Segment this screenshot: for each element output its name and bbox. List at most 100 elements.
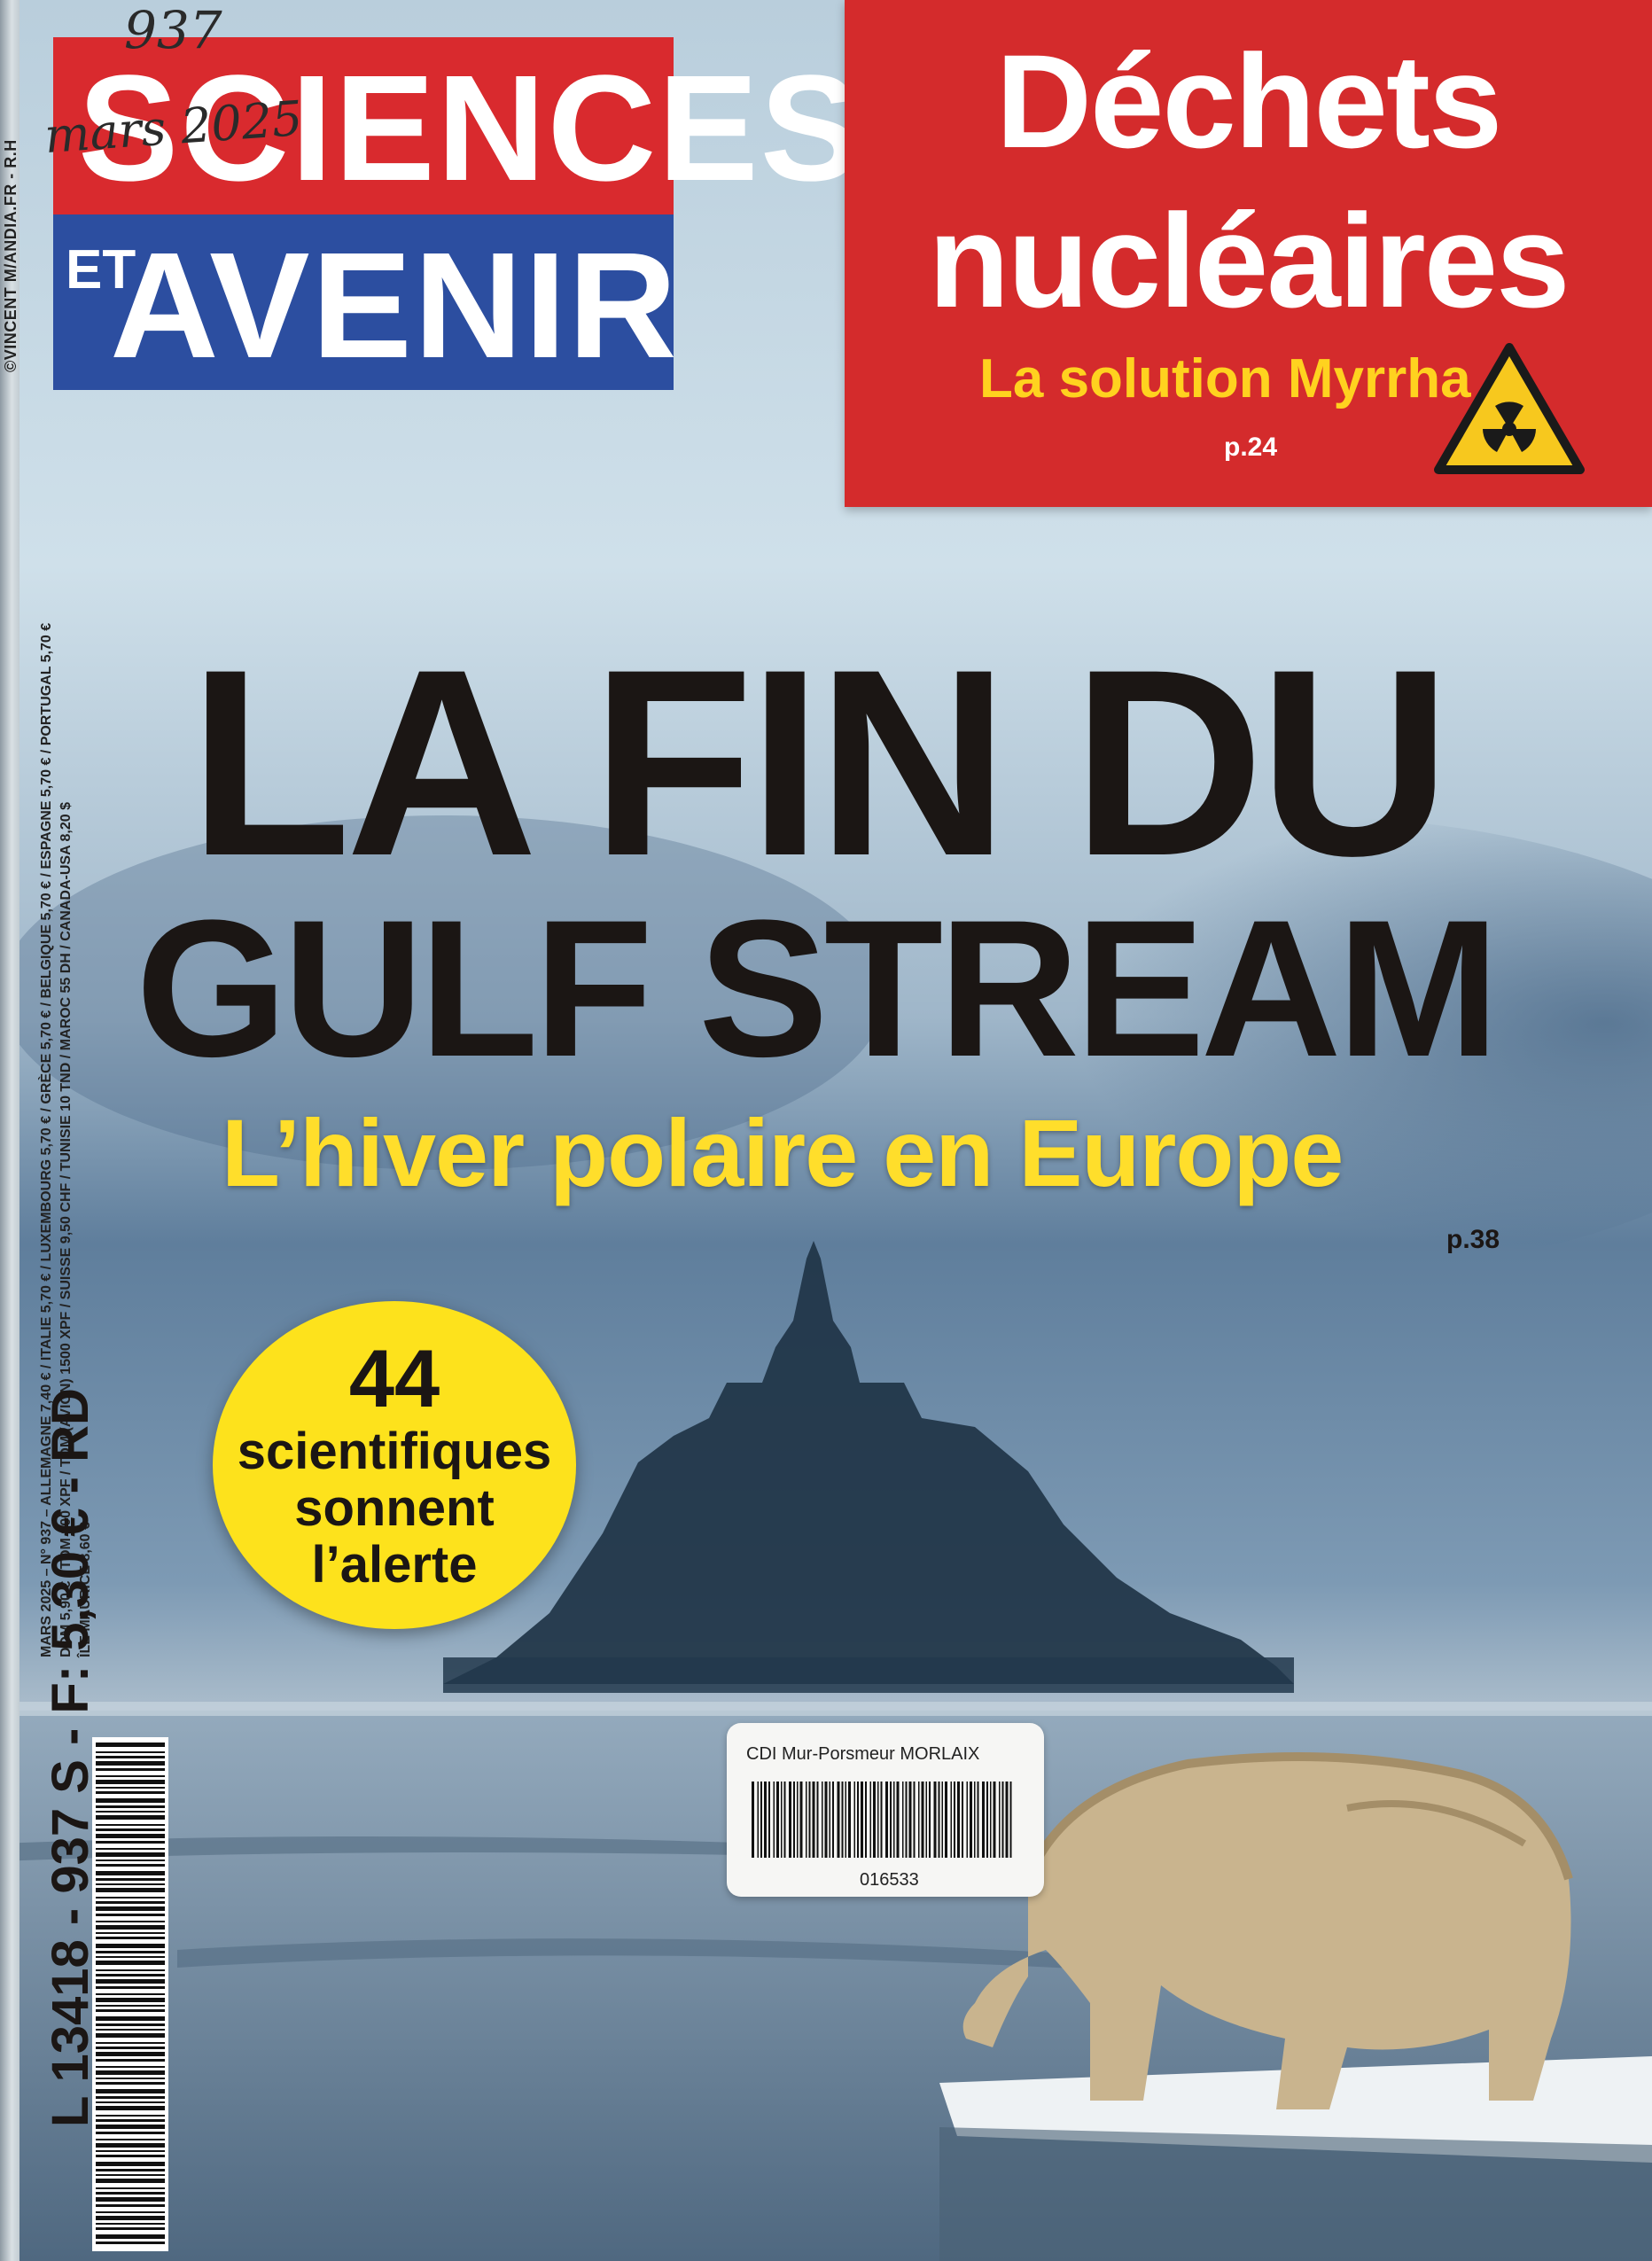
barcode-bar bbox=[96, 1897, 165, 1898]
barcode-bar bbox=[96, 2125, 165, 2129]
barcode-bar bbox=[96, 1961, 165, 1965]
feature-title-line2: nucléaires bbox=[928, 186, 1570, 335]
barcode-bar bbox=[96, 2119, 165, 2122]
barcode-bar bbox=[96, 1883, 165, 1885]
barcode-bar bbox=[789, 1782, 791, 1858]
barcode-bar bbox=[962, 1782, 963, 1858]
polar-bear-illustration bbox=[962, 1752, 1573, 2109]
barcode-bar bbox=[96, 2150, 165, 2152]
barcode-bar bbox=[760, 1782, 762, 1858]
barcode-bar bbox=[806, 1782, 807, 1858]
barcode-bar bbox=[96, 1888, 165, 1892]
callout-line2: sonnent bbox=[294, 1479, 495, 1537]
barcode-bar bbox=[96, 2204, 165, 2207]
barcode-bar bbox=[999, 1782, 1001, 1858]
barcode-bar bbox=[954, 1782, 955, 1858]
barcode-bar bbox=[1005, 1782, 1009, 1858]
barcode-bar bbox=[869, 1782, 871, 1858]
library-code: 016533 bbox=[860, 1870, 919, 1890]
barcode-bar bbox=[96, 2169, 165, 2171]
barcode-bar bbox=[96, 1944, 165, 1948]
barcode-bar bbox=[96, 2106, 165, 2110]
barcode-bar bbox=[96, 2016, 165, 2021]
library-label: CDI Mur-Porsmeur MORLAIX 016533 bbox=[727, 1723, 1044, 1897]
radiation-hazard-icon bbox=[1434, 343, 1585, 474]
barcode-bar bbox=[918, 1782, 920, 1858]
barcode-bar bbox=[941, 1782, 943, 1858]
library-barcode bbox=[752, 1782, 1012, 1858]
barcode-bar bbox=[96, 2115, 165, 2117]
barcode-bar bbox=[925, 1782, 927, 1858]
barcode-bar bbox=[824, 1782, 828, 1858]
feature-page-ref: p.24 bbox=[1224, 433, 1278, 462]
barcode-bar bbox=[96, 2132, 165, 2134]
barcode-bar bbox=[793, 1782, 795, 1858]
barcode-bar bbox=[966, 1782, 968, 1858]
barcode-bar bbox=[96, 2162, 165, 2166]
barcode-bar bbox=[96, 1921, 165, 1922]
barcode-bar bbox=[764, 1782, 767, 1858]
barcode-bar bbox=[96, 1993, 165, 1995]
barcode-bar bbox=[96, 2066, 165, 2068]
barcode-bar bbox=[929, 1782, 931, 1858]
barcode-bar bbox=[96, 1787, 165, 1789]
magazine-cover: SCIENCES ET AVENIR 937 mars 2025 ©VINCEN… bbox=[0, 0, 1652, 2261]
magazine-logo: SCIENCES ET AVENIR bbox=[53, 37, 861, 390]
barcode-bar bbox=[908, 1782, 912, 1858]
barcode-bar bbox=[96, 1768, 165, 1771]
barcode-bar bbox=[773, 1782, 775, 1858]
barcode-bar bbox=[877, 1782, 879, 1858]
barcode-bar bbox=[96, 1761, 165, 1766]
barcode-bar bbox=[96, 1828, 165, 1831]
barcode-bar bbox=[96, 2143, 165, 2148]
barcode-bar bbox=[768, 1782, 770, 1858]
barcode-bar bbox=[96, 1974, 165, 1976]
barcode-bar bbox=[841, 1782, 844, 1858]
headline-subtitle: L’hiver polaire en Europe bbox=[222, 1099, 1344, 1206]
feature-box-nuclear[interactable]: Déchets nucléaires La solution Myrrha p.… bbox=[845, 0, 1652, 507]
barcode-bar bbox=[832, 1782, 834, 1858]
barcode-bar bbox=[957, 1782, 960, 1858]
barcode-bar bbox=[822, 1782, 823, 1858]
barcode-bar bbox=[96, 2192, 165, 2195]
barcode-bar bbox=[96, 2101, 165, 2103]
barcode-bar bbox=[96, 1852, 165, 1857]
library-name: CDI Mur-Porsmeur MORLAIX bbox=[746, 1744, 980, 1764]
barcode-bar bbox=[950, 1782, 952, 1858]
barcode-bar bbox=[848, 1782, 851, 1858]
barcode-bar bbox=[837, 1782, 840, 1858]
barcode-bar bbox=[96, 2139, 165, 2140]
barcode-bar bbox=[96, 2155, 165, 2157]
barcode-bar bbox=[96, 2070, 165, 2075]
callout-line3: l’alerte bbox=[311, 1536, 478, 1594]
barcode-bar bbox=[799, 1782, 803, 1858]
callout-badge[interactable]: 44 scientifiques sonnent l’alerte bbox=[213, 1301, 576, 1629]
barcode-bar bbox=[783, 1782, 786, 1858]
logo-blue-band: ET AVENIR bbox=[53, 214, 677, 390]
barcode-bar bbox=[974, 1782, 976, 1858]
barcode-bar bbox=[96, 2197, 165, 2202]
barcode-bar bbox=[96, 2187, 165, 2189]
barcode-bar bbox=[96, 2174, 165, 2176]
barcode-bar bbox=[96, 2242, 165, 2244]
barcode-bar bbox=[970, 1782, 972, 1858]
barcode-bar bbox=[913, 1782, 916, 1858]
barcode-bar bbox=[853, 1782, 855, 1858]
barcode-bar bbox=[96, 1841, 165, 1844]
handwritten-issue-number: 937 bbox=[124, 0, 222, 60]
barcode-bar bbox=[797, 1782, 799, 1858]
barcode-bar bbox=[96, 1824, 165, 1826]
barcode-bar bbox=[96, 1780, 165, 1784]
barcode-bar bbox=[986, 1782, 988, 1858]
barcode-bar bbox=[829, 1782, 830, 1858]
barcode-bar bbox=[938, 1782, 940, 1858]
barcode-bar bbox=[96, 2234, 165, 2239]
barcode-bar bbox=[96, 1848, 165, 1850]
barcode-bar bbox=[96, 1951, 165, 1953]
barcode-bar bbox=[96, 1743, 165, 1747]
barcode-bar bbox=[885, 1782, 888, 1858]
barcode-bar bbox=[893, 1782, 895, 1858]
barcode-bar bbox=[808, 1782, 811, 1858]
barcode-bar bbox=[896, 1782, 900, 1858]
barcode-bar bbox=[890, 1782, 892, 1858]
